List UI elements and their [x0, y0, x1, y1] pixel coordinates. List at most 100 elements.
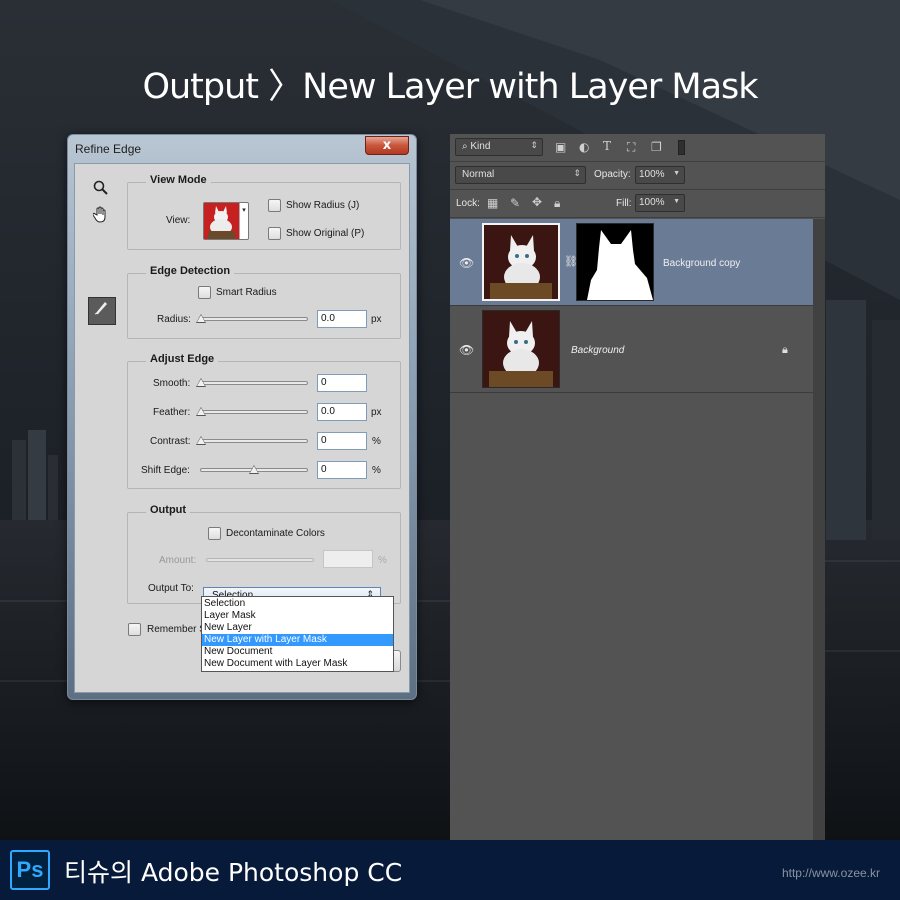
contrast-input[interactable]: 0: [317, 432, 367, 450]
layer-thumbnail[interactable]: [482, 223, 560, 301]
output-title: Output: [146, 504, 191, 516]
filter-row: ⌕ Kind ⇕ ▣ ◐ T ⛶ ❐: [450, 134, 825, 162]
radius-slider[interactable]: [200, 317, 308, 321]
dropdown-option[interactable]: Layer Mask: [202, 610, 393, 622]
dropdown-option-selected[interactable]: New Layer with Layer Mask: [202, 634, 393, 646]
opacity-label: Opacity:: [594, 169, 631, 180]
fill-input[interactable]: 100% ▼: [635, 194, 685, 212]
lock-image-icon[interactable]: ✎: [510, 196, 520, 210]
amount-input: [323, 550, 373, 568]
headline: Output 〉New Layer with Layer Mask: [142, 67, 758, 107]
dropdown-option[interactable]: Selection: [202, 598, 393, 610]
dropdown-option[interactable]: New Document with Layer Mask: [202, 658, 393, 670]
smooth-slider-thumb[interactable]: [196, 378, 206, 387]
feather-slider-thumb[interactable]: [196, 407, 206, 416]
select-arrows-icon: ⇕: [530, 140, 538, 150]
view-label: View:: [166, 215, 191, 226]
close-button[interactable]: x: [365, 136, 409, 155]
smooth-slider[interactable]: [200, 381, 308, 385]
contrast-unit: %: [372, 436, 381, 447]
smart-radius-label: Smart Radius: [216, 287, 277, 298]
view-preview-image: [204, 203, 239, 239]
type-filter-icon[interactable]: T: [603, 139, 611, 153]
adjust-edge-title: Adjust Edge: [146, 353, 219, 365]
visibility-eye-icon[interactable]: 👁︎: [459, 343, 474, 357]
footer-title: 티슈의 Adobe Photoshop CC: [64, 858, 403, 887]
zoom-tool-icon[interactable]: [93, 180, 109, 200]
view-mode-picker[interactable]: ▾: [203, 202, 249, 240]
blend-row: Normal ⇕ Opacity: 100% ▼: [450, 162, 825, 190]
layer-thumbnail[interactable]: [482, 310, 560, 388]
footer-bar: Ps 티슈의 Adobe Photoshop CC http://www.oze…: [0, 840, 900, 900]
shift-edge-label: Shift Edge:: [141, 465, 190, 476]
amount-slider: [206, 558, 314, 562]
chevron-down-icon: ▼: [673, 198, 680, 205]
filter-kind-value: Kind: [470, 141, 491, 152]
chevron-down-icon: ▾: [239, 203, 248, 239]
output-to-dropdown[interactable]: Selection Layer Mask New Layer New Layer…: [201, 596, 394, 672]
feather-slider[interactable]: [200, 410, 308, 414]
decontaminate-label: Decontaminate Colors: [226, 528, 325, 539]
feather-label: Feather:: [153, 407, 191, 418]
visibility-eye-icon[interactable]: 👁︎: [459, 256, 474, 270]
adjustment-filter-icon[interactable]: ◐: [579, 140, 589, 154]
edge-detection-title: Edge Detection: [146, 265, 235, 277]
layer-mask-thumbnail[interactable]: [576, 223, 654, 301]
view-mode-title: View Mode: [146, 174, 211, 186]
smooth-input[interactable]: 0: [317, 374, 367, 392]
dropdown-option[interactable]: New Document: [202, 646, 393, 658]
adjust-edge-group: Adjust Edge Smooth: 0 Feather: 0.0 px Co…: [127, 353, 401, 489]
shift-edge-unit: %: [372, 465, 381, 476]
opacity-value: 100%: [639, 169, 665, 180]
radius-slider-thumb[interactable]: [196, 314, 206, 323]
smart-object-filter-icon[interactable]: ❐: [651, 140, 662, 154]
remember-settings-checkbox[interactable]: [128, 623, 141, 636]
refine-edge-dialog: Refine Edge x View Mode View: ▾ Show Rad…: [67, 134, 417, 700]
contrast-slider[interactable]: [200, 439, 308, 443]
feather-input[interactable]: 0.0: [317, 403, 367, 421]
layer-name[interactable]: Background copy: [663, 258, 740, 269]
blend-mode-value: Normal: [462, 169, 495, 180]
contrast-slider-thumb[interactable]: [196, 436, 206, 445]
edge-detection-group: Edge Detection Smart Radius Radius: 0.0 …: [127, 265, 401, 339]
photoshop-logo: Ps: [10, 850, 50, 890]
layer-row-background-copy[interactable]: 👁︎ ⛓︎ Background copy: [450, 219, 825, 306]
filter-toggle[interactable]: [678, 140, 685, 155]
fill-value: 100%: [639, 197, 665, 208]
shift-edge-slider-thumb[interactable]: [249, 465, 259, 474]
layer-lock-icon: 🔒︎: [782, 343, 788, 356]
layers-scrollbar[interactable]: [813, 219, 825, 840]
remember-settings-label: Remember S: [147, 624, 206, 635]
shift-edge-input[interactable]: 0: [317, 461, 367, 479]
footer-url[interactable]: http://www.ozee.kr: [782, 866, 880, 880]
lock-row: Lock: ▦ ✎ ✥ 🔒︎ Fill: 100% ▼: [450, 190, 825, 218]
image-filter-icon[interactable]: ▣: [555, 140, 566, 154]
layer-list: 👁︎ ⛓︎ Background copy 👁︎ Background 🔒︎: [450, 219, 825, 840]
refine-radius-tool-icon[interactable]: [88, 297, 116, 325]
show-radius-checkbox[interactable]: [268, 199, 281, 212]
feather-unit: px: [371, 407, 382, 418]
radius-label: Radius:: [157, 314, 191, 325]
dropdown-option[interactable]: New Layer: [202, 622, 393, 634]
lock-all-icon[interactable]: 🔒︎: [554, 196, 560, 211]
opacity-input[interactable]: 100% ▼: [635, 166, 685, 184]
output-to-label: Output To:: [148, 583, 194, 594]
decontaminate-checkbox[interactable]: [208, 527, 221, 540]
select-arrows-icon: ⇕: [573, 168, 581, 178]
radius-input[interactable]: 0.0: [317, 310, 367, 328]
blend-mode-select[interactable]: Normal ⇕: [455, 166, 586, 184]
show-original-checkbox[interactable]: [268, 227, 281, 240]
amount-unit: %: [378, 555, 387, 566]
hand-tool-icon[interactable]: [92, 206, 109, 228]
smart-radius-checkbox[interactable]: [198, 286, 211, 299]
filter-kind-select[interactable]: ⌕ Kind ⇕: [455, 138, 543, 156]
lock-position-icon[interactable]: ✥: [532, 195, 542, 209]
contrast-label: Contrast:: [150, 436, 191, 447]
show-radius-label: Show Radius (J): [286, 200, 360, 211]
output-group: Output Decontaminate Colors Amount: % Ou…: [127, 504, 401, 605]
lock-transparent-icon[interactable]: ▦: [487, 196, 498, 210]
shape-filter-icon[interactable]: ⛶: [627, 140, 635, 155]
dialog-title: Refine Edge: [75, 142, 142, 156]
layer-row-background[interactable]: 👁︎ Background 🔒︎: [450, 306, 825, 393]
layer-name[interactable]: Background: [571, 345, 624, 356]
